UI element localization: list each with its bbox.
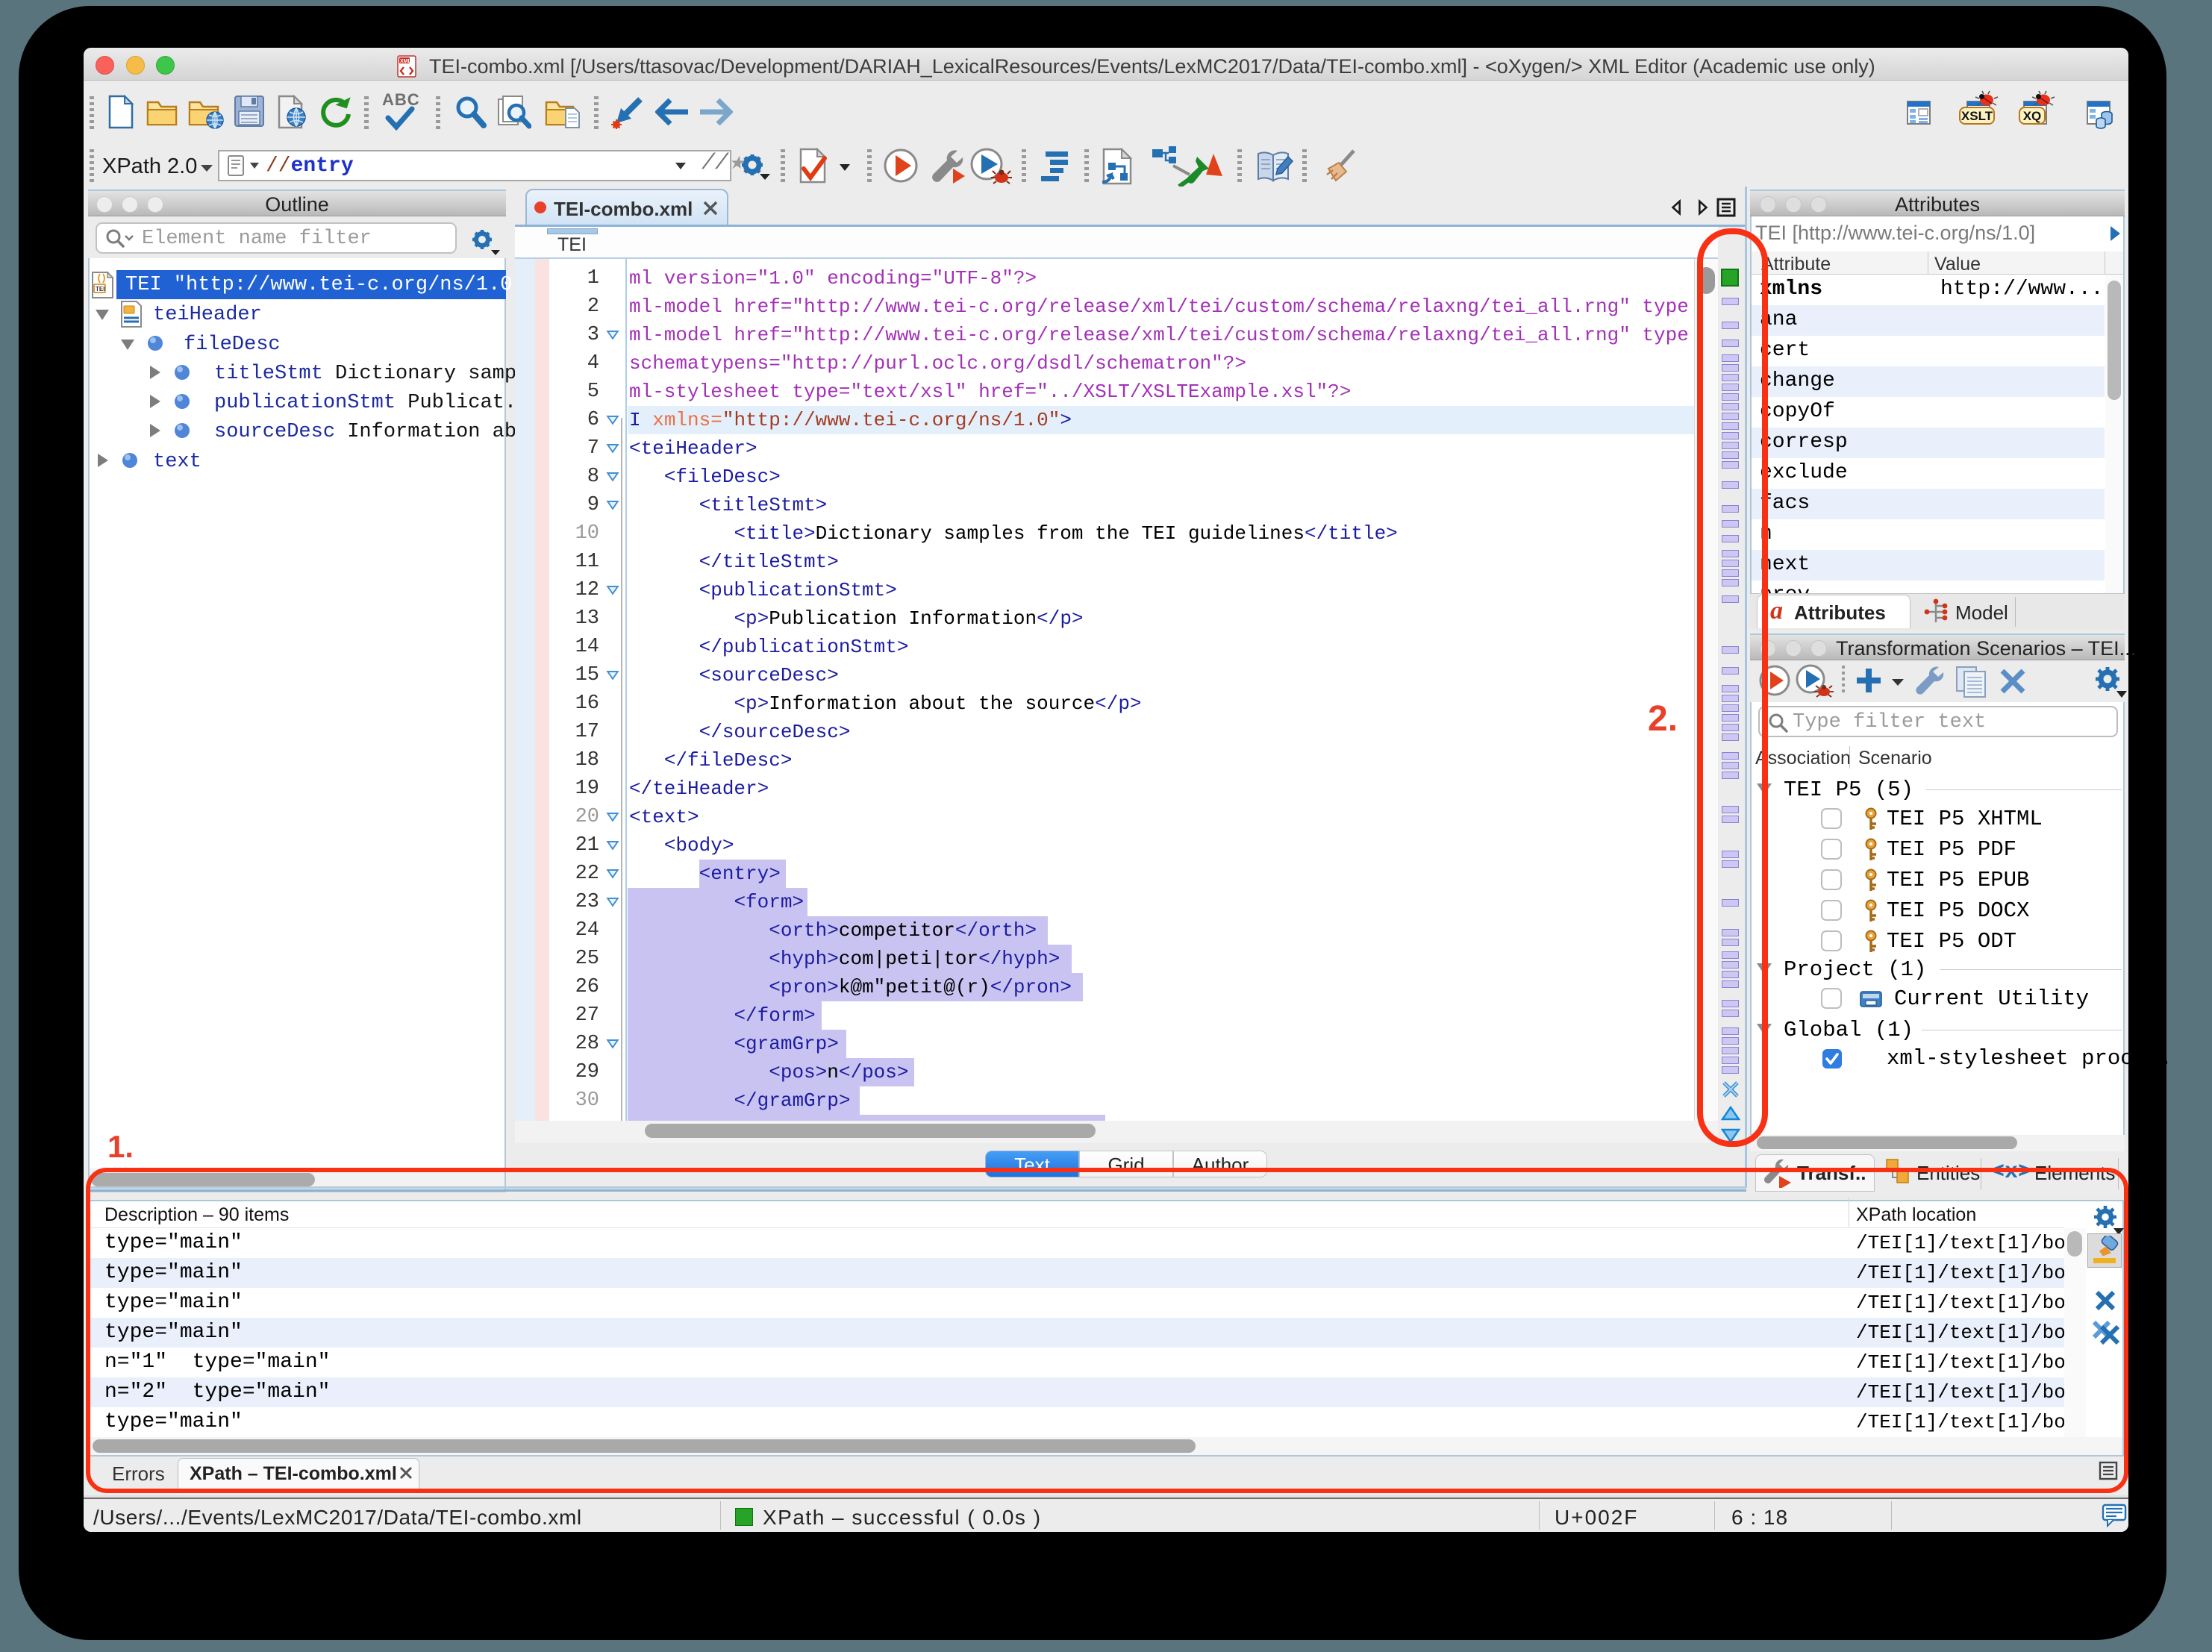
svg-text:XQ: XQ <box>2023 109 2042 123</box>
svg-text:XSLT: XSLT <box>1961 109 1993 123</box>
svg-text:TEI: TEI <box>96 286 104 292</box>
svg-text:XML: XML <box>400 59 412 64</box>
